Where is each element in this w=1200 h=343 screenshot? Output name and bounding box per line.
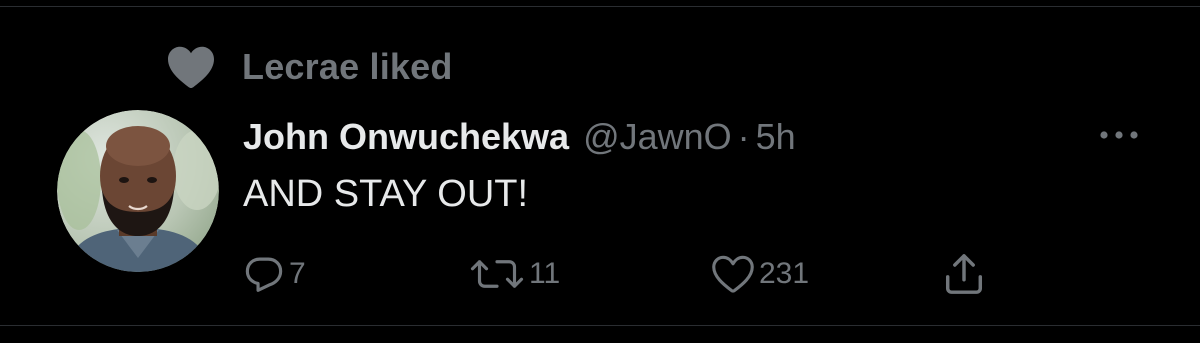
tweet-actions: 7 11 231 [243,250,1003,298]
like-button[interactable]: 231 [711,250,809,298]
tweet-header: John Onwuchekwa @JawnO · 5h [243,113,796,161]
retweet-button[interactable]: 11 [469,250,560,298]
share-icon [945,254,983,294]
tweet-timestamp[interactable]: 5h [756,116,796,158]
tweet-text: AND STAY OUT! [243,173,529,215]
social-context-text: Lecrae liked [242,46,453,87]
like-count: 231 [759,257,810,290]
reply-icon [245,257,283,292]
avatar[interactable] [57,110,219,272]
more-dots-icon [1100,131,1138,139]
reply-button[interactable]: 7 [243,250,306,298]
reply-count: 7 [289,257,306,290]
separator-dot: · [737,116,750,157]
retweet-icon [470,260,524,288]
author-handle[interactable]: @JawnO [583,116,732,158]
heart-outline-icon [712,255,754,293]
more-button[interactable] [1096,118,1142,152]
author-display-name[interactable]: John Onwuchekwa [243,116,569,158]
share-button[interactable] [941,250,987,298]
retweet-count: 11 [529,257,561,290]
social-context: Lecrae liked [166,44,453,90]
tweet[interactable]: Lecrae liked John Onwuchekwa @JawnO · 5h… [0,0,1200,325]
heart-filled-icon [168,46,214,88]
bottom-divider [0,325,1200,326]
